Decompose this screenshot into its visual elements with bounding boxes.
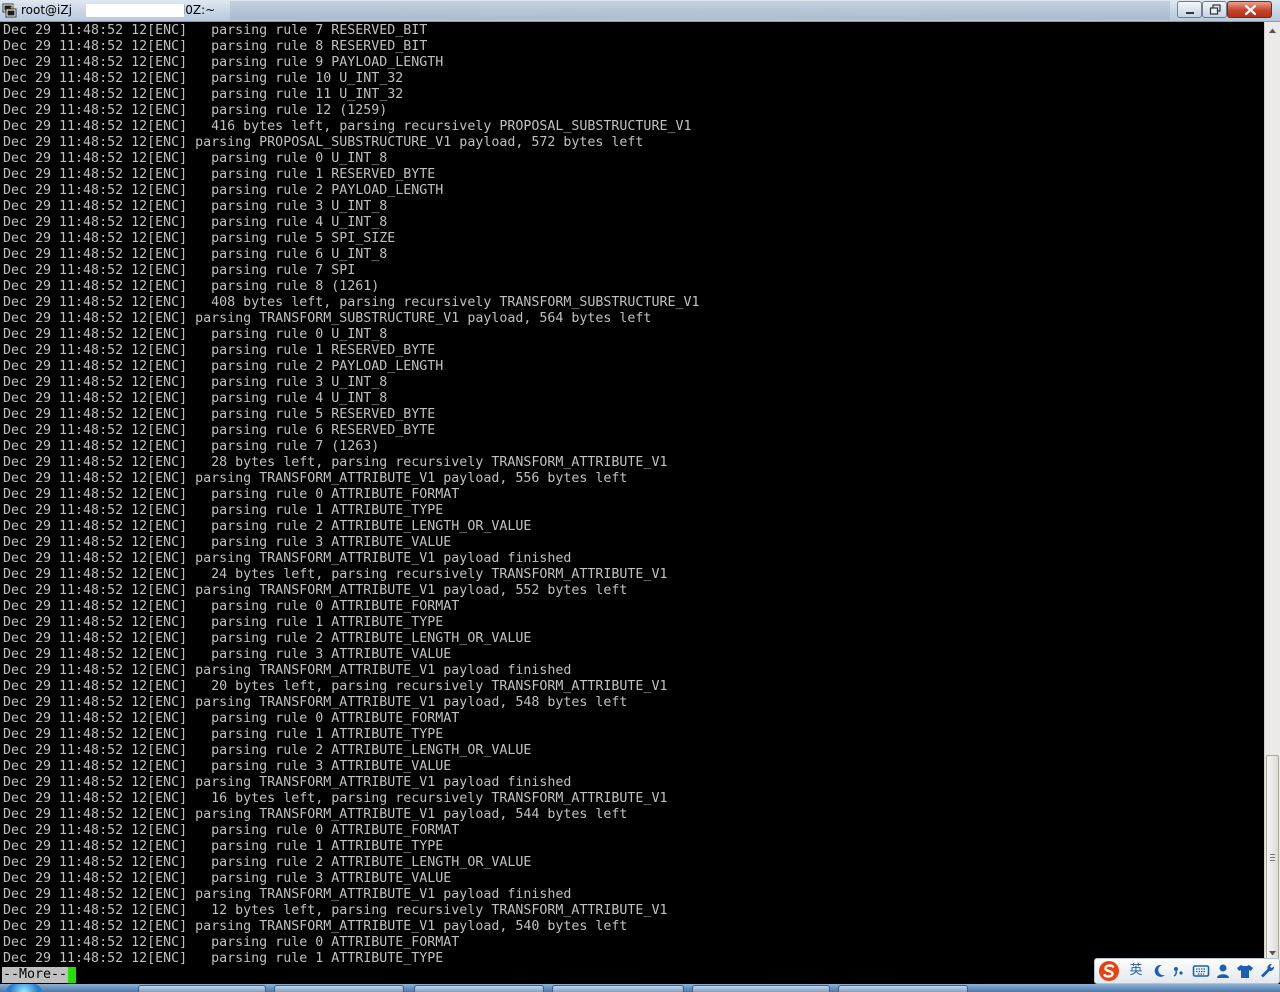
minimize-icon	[1186, 12, 1194, 14]
start-button[interactable]	[6, 984, 42, 992]
log-line: Dec 29 11:48:52 12[ENC] parsing rule 3 U…	[3, 375, 388, 390]
log-line: Dec 29 11:48:52 12[ENC] parsing TRANSFOR…	[3, 311, 652, 326]
log-line: Dec 29 11:48:52 12[ENC] 24 bytes left, p…	[3, 567, 668, 582]
shirt-icon[interactable]	[1236, 961, 1254, 981]
keyboard-icon[interactable]	[1192, 961, 1210, 981]
log-line: Dec 29 11:48:52 12[ENC] parsing rule 1 A…	[3, 951, 444, 966]
log-line: Dec 29 11:48:52 12[ENC] 12 bytes left, p…	[3, 903, 668, 918]
input-mode-label[interactable]: 英	[1127, 961, 1145, 981]
terminal-output[interactable]: --More-- Dec 29 11:48:52 12[ENC] parsing…	[0, 22, 1264, 984]
log-line: Dec 29 11:48:52 12[ENC] parsing rule 2 A…	[3, 855, 532, 870]
log-line: Dec 29 11:48:52 12[ENC] parsing rule 11 …	[3, 87, 404, 102]
log-line: Dec 29 11:48:52 12[ENC] parsing rule 3 A…	[3, 871, 452, 886]
log-line: Dec 29 11:48:52 12[ENC] parsing PROPOSAL…	[3, 135, 644, 150]
wrench-icon[interactable]	[1258, 961, 1276, 981]
log-line: Dec 29 11:48:52 12[ENC] parsing rule 12 …	[3, 103, 388, 118]
log-line: Dec 29 11:48:52 12[ENC] parsing rule 1 R…	[3, 167, 436, 182]
putty-terminal-icon	[2, 3, 17, 18]
log-line: Dec 29 11:48:52 12[ENC] parsing TRANSFOR…	[3, 695, 628, 710]
title-redaction	[86, 4, 184, 17]
log-line: Dec 29 11:48:52 12[ENC] parsing TRANSFOR…	[3, 583, 628, 598]
maximize-button[interactable]	[1202, 1, 1227, 18]
minimize-button[interactable]	[1177, 1, 1202, 18]
log-line: Dec 29 11:48:52 12[ENC] parsing rule 2 A…	[3, 631, 532, 646]
log-line: Dec 29 11:48:52 12[ENC] parsing rule 0 U…	[3, 151, 388, 166]
taskbar[interactable]	[0, 984, 1280, 992]
log-line: Dec 29 11:48:52 12[ENC] parsing rule 2 P…	[3, 359, 444, 374]
taskbar-button[interactable]	[138, 985, 266, 992]
log-line: Dec 29 11:48:52 12[ENC] parsing rule 1 A…	[3, 839, 444, 854]
punctuation-icon[interactable]	[1171, 961, 1185, 981]
log-line: Dec 29 11:48:52 12[ENC] parsing rule 1 R…	[3, 343, 436, 358]
scroll-up-arrow-icon[interactable]	[1265, 23, 1280, 38]
log-line: Dec 29 11:48:52 12[ENC] parsing rule 8 R…	[3, 39, 428, 54]
taskbar-button[interactable]	[274, 985, 404, 992]
log-line: Dec 29 11:48:52 12[ENC] parsing rule 3 U…	[3, 199, 388, 214]
pager-prompt: --More--	[2, 967, 69, 983]
log-line: Dec 29 11:48:52 12[ENC] parsing rule 8 (…	[3, 279, 380, 294]
close-button[interactable]	[1227, 1, 1272, 18]
log-line: Dec 29 11:48:52 12[ENC] parsing rule 1 A…	[3, 727, 444, 742]
user-icon[interactable]	[1215, 961, 1231, 981]
background-taskbar-blur	[230, 1, 1170, 20]
log-line: Dec 29 11:48:52 12[ENC] parsing rule 5 R…	[3, 407, 436, 422]
log-line: Dec 29 11:48:52 12[ENC] parsing TRANSFOR…	[3, 919, 628, 934]
log-line: Dec 29 11:48:52 12[ENC] parsing rule 2 A…	[3, 519, 532, 534]
log-line: Dec 29 11:48:52 12[ENC] parsing TRANSFOR…	[3, 887, 572, 902]
text-cursor	[68, 967, 76, 983]
taskbar-button[interactable]	[414, 985, 544, 992]
log-line: Dec 29 11:48:52 12[ENC] parsing rule 0 A…	[3, 487, 460, 502]
log-line: Dec 29 11:48:52 12[ENC] parsing rule 10 …	[3, 71, 404, 86]
log-line: Dec 29 11:48:52 12[ENC] parsing rule 7 (…	[3, 439, 380, 454]
scrollbar-thumb[interactable]	[1266, 755, 1279, 963]
taskbar-button[interactable]	[692, 985, 830, 992]
log-line: Dec 29 11:48:52 12[ENC] parsing TRANSFOR…	[3, 663, 572, 678]
taskbar-button[interactable]	[838, 985, 968, 992]
ime-toolbar[interactable]: 英	[1094, 958, 1280, 984]
log-line: Dec 29 11:48:52 12[ENC] parsing rule 4 U…	[3, 391, 388, 406]
log-line: Dec 29 11:48:52 12[ENC] parsing rule 3 A…	[3, 535, 452, 550]
close-icon	[1244, 4, 1257, 16]
log-line: Dec 29 11:48:52 12[ENC] parsing rule 3 A…	[3, 759, 452, 774]
log-line: Dec 29 11:48:52 12[ENC] parsing rule 4 U…	[3, 215, 388, 230]
log-line: Dec 29 11:48:52 12[ENC] parsing rule 5 S…	[3, 231, 396, 246]
log-line: Dec 29 11:48:52 12[ENC] 416 bytes left, …	[3, 119, 692, 134]
log-line: Dec 29 11:48:52 12[ENC] parsing rule 2 A…	[3, 743, 532, 758]
log-line: Dec 29 11:48:52 12[ENC] 28 bytes left, p…	[3, 455, 668, 470]
log-line: Dec 29 11:48:52 12[ENC] parsing rule 0 A…	[3, 711, 460, 726]
log-line: Dec 29 11:48:52 12[ENC] parsing rule 7 S…	[3, 263, 356, 278]
log-line: Dec 29 11:48:52 12[ENC] 16 bytes left, p…	[3, 791, 668, 806]
moon-icon[interactable]	[1151, 961, 1169, 981]
log-line: Dec 29 11:48:52 12[ENC] parsing rule 0 U…	[3, 327, 388, 342]
log-line: Dec 29 11:48:52 12[ENC] parsing TRANSFOR…	[3, 807, 628, 822]
log-line: Dec 29 11:48:52 12[ENC] parsing TRANSFOR…	[3, 471, 628, 486]
log-line: Dec 29 11:48:52 12[ENC] parsing rule 1 A…	[3, 615, 444, 630]
log-line: Dec 29 11:48:52 12[ENC] parsing rule 9 P…	[3, 55, 444, 70]
log-line: Dec 29 11:48:52 12[ENC] parsing rule 7 R…	[3, 23, 428, 38]
log-line: Dec 29 11:48:52 12[ENC] parsing rule 0 A…	[3, 599, 460, 614]
log-line: Dec 29 11:48:52 12[ENC] parsing rule 0 A…	[3, 935, 460, 950]
log-line: Dec 29 11:48:52 12[ENC] parsing rule 3 A…	[3, 647, 452, 662]
window-titlebar[interactable]: root@iZj l0Z:~	[0, 0, 1280, 22]
log-line: Dec 29 11:48:52 12[ENC] 408 bytes left, …	[3, 295, 700, 310]
log-line: Dec 29 11:48:52 12[ENC] parsing TRANSFOR…	[3, 551, 572, 566]
log-line: Dec 29 11:48:52 12[ENC] parsing rule 6 U…	[3, 247, 388, 262]
grip-icon	[1270, 854, 1275, 861]
vertical-scrollbar[interactable]	[1264, 22, 1280, 963]
log-line: Dec 29 11:48:52 12[ENC] parsing rule 0 A…	[3, 823, 460, 838]
log-line: Dec 29 11:48:52 12[ENC] parsing rule 2 P…	[3, 183, 444, 198]
taskbar-button[interactable]	[552, 985, 684, 992]
log-line: Dec 29 11:48:52 12[ENC] 20 bytes left, p…	[3, 679, 668, 694]
log-line: Dec 29 11:48:52 12[ENC] parsing rule 1 A…	[3, 503, 444, 518]
restore-icon	[1209, 4, 1221, 15]
log-line: Dec 29 11:48:52 12[ENC] parsing rule 6 R…	[3, 423, 436, 438]
log-line: Dec 29 11:48:52 12[ENC] parsing TRANSFOR…	[3, 775, 572, 790]
sogou-logo-icon[interactable]	[1097, 960, 1121, 982]
